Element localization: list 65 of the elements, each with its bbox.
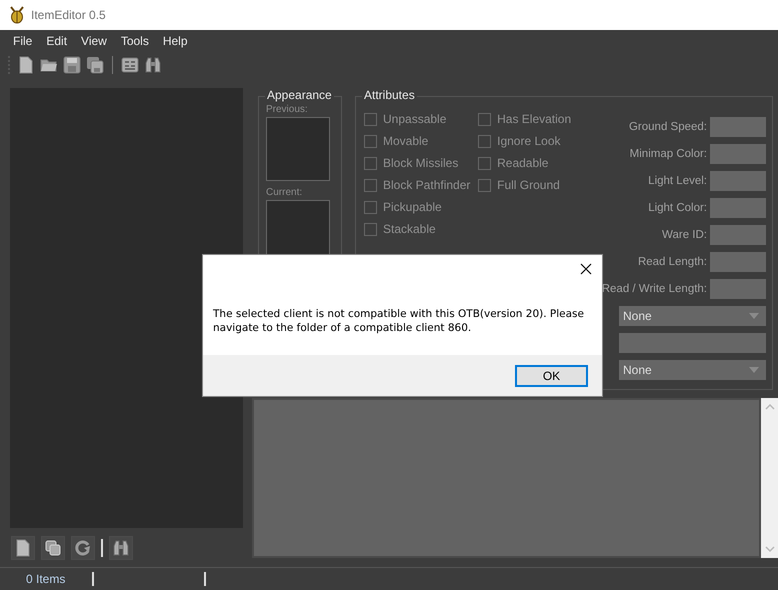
checkbox[interactable] <box>478 178 492 192</box>
bug-icon <box>9 6 25 24</box>
checkbox[interactable] <box>478 112 492 126</box>
checkbox-label: Unpassable <box>383 112 446 126</box>
checkbox-label: Readable <box>497 156 548 170</box>
menu-item[interactable]: Help <box>156 34 195 48</box>
menu-item[interactable]: View <box>74 34 114 48</box>
duplicate-button[interactable] <box>41 536 65 560</box>
dropdown[interactable]: None <box>619 360 766 380</box>
field-label: Light Level: <box>648 175 707 187</box>
dialog-message: The selected client is not compatible with this OTB(version 20). Please navigate to the folder of a compatible client 860. <box>213 307 585 335</box>
checkbox[interactable] <box>364 156 377 170</box>
previous-label: Previous: <box>266 104 309 115</box>
field-label: Read Length: <box>638 256 707 268</box>
checkbox[interactable] <box>478 156 492 170</box>
field-label: Ground Speed: <box>628 121 707 133</box>
input-field[interactable] <box>710 144 766 164</box>
checkbox-label: Block Missiles <box>383 156 458 170</box>
field-label: Ware ID: <box>662 229 707 241</box>
checkbox-label: Block Pathfinder <box>383 178 470 192</box>
checkbox[interactable] <box>364 178 377 192</box>
field-label: Light Color: <box>648 202 707 214</box>
caret-icon <box>749 367 759 373</box>
item-count: 0 Items <box>26 572 66 586</box>
close-icon[interactable] <box>580 263 592 275</box>
field-label: Minimap Color: <box>630 148 707 160</box>
input-field[interactable] <box>710 252 766 272</box>
input-field[interactable] <box>710 198 766 218</box>
menu-item[interactable]: File <box>6 34 40 48</box>
save-icon[interactable] <box>63 56 81 74</box>
dropdown[interactable]: None <box>619 306 766 326</box>
checkbox[interactable] <box>364 134 377 148</box>
input-field[interactable] <box>710 225 766 245</box>
checkbox-label: Ignore Look <box>497 134 560 148</box>
ok-button[interactable]: OK <box>515 364 588 386</box>
input-field[interactable] <box>710 279 766 299</box>
group-title: Appearance <box>265 88 334 102</box>
sprite-preview <box>266 117 330 181</box>
checkbox-label: Stackable <box>383 222 436 236</box>
checkbox[interactable] <box>364 222 377 236</box>
checkbox[interactable] <box>364 200 377 214</box>
scroll-bar[interactable] <box>761 398 778 558</box>
menu-item[interactable]: Tools <box>114 34 156 48</box>
current-label: Current: <box>266 187 304 198</box>
checkbox[interactable] <box>364 112 377 126</box>
checkbox-label: Full Ground <box>497 178 560 192</box>
input-field[interactable] <box>710 117 766 137</box>
checkbox-label: Has Elevation <box>497 112 572 126</box>
input-field[interactable] <box>619 333 766 353</box>
form-icon[interactable] <box>121 56 139 74</box>
checkbox-label: Pickupable <box>383 200 442 214</box>
checkbox-label: Movable <box>383 134 428 148</box>
caret-icon <box>749 313 759 319</box>
checkbox[interactable] <box>478 134 492 148</box>
new-item-button[interactable] <box>11 536 35 560</box>
find-button[interactable] <box>109 536 133 560</box>
save-all-icon[interactable] <box>86 56 104 74</box>
menu-item[interactable]: Edit <box>39 34 74 48</box>
group-title: Attributes <box>362 88 417 102</box>
window-title: ItemEditor 0.5 <box>31 8 106 22</box>
reload-button[interactable] <box>71 536 95 560</box>
field-label: Read / Write Length: <box>602 283 707 295</box>
new-file-icon[interactable] <box>17 56 35 74</box>
input-field[interactable] <box>710 171 766 191</box>
binoculars-icon[interactable] <box>144 56 162 74</box>
